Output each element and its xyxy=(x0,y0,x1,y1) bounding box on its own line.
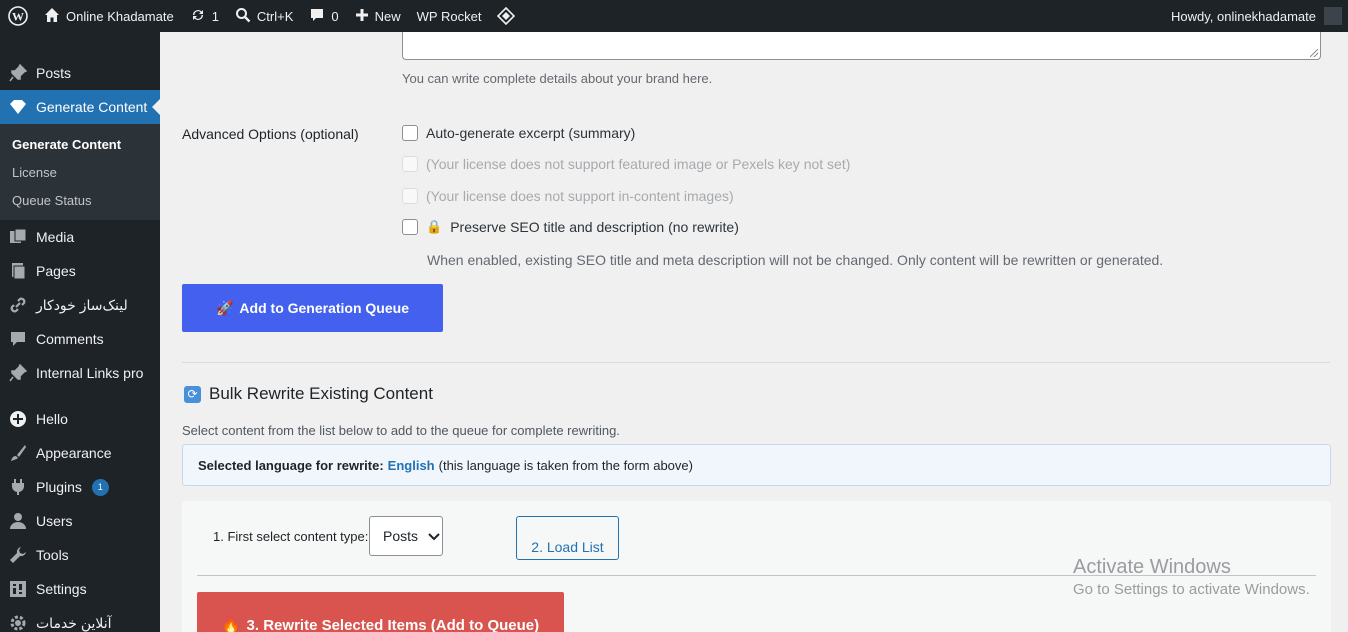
preserve-seo-checkbox[interactable] xyxy=(402,219,418,235)
sidebar-item-generate-content[interactable]: Generate Content xyxy=(0,90,160,124)
sidebar-item-auto-linker[interactable]: لینک‌ساز خودکار xyxy=(0,288,160,322)
link-icon xyxy=(8,295,28,315)
media-icon xyxy=(8,227,28,247)
comments-link[interactable]: 0 xyxy=(301,0,346,32)
sidebar-top-spacer xyxy=(0,32,160,56)
fire-icon: 🔥 xyxy=(221,617,241,632)
sidebar-separator xyxy=(0,390,160,402)
plugins-update-badge: 1 xyxy=(91,478,109,496)
add-to-queue-button[interactable]: 🚀 Add to Generation Queue xyxy=(182,284,443,332)
option-auto-excerpt[interactable]: Auto-generate excerpt (summary) xyxy=(402,125,635,141)
auto-excerpt-checkbox[interactable] xyxy=(402,125,418,141)
avatar xyxy=(1324,7,1342,25)
pin-icon xyxy=(8,63,28,83)
content-type-select[interactable]: Posts xyxy=(369,516,443,556)
comment-icon xyxy=(309,7,325,26)
comment-icon xyxy=(8,329,28,349)
advanced-options-label: Advanced Options (optional) xyxy=(182,126,359,142)
wp-rocket-link[interactable]: WP Rocket xyxy=(409,0,490,32)
user-icon xyxy=(8,511,28,531)
site-name-link[interactable]: Online Khadamate xyxy=(36,0,182,32)
lock-icon: 🔒 xyxy=(426,219,443,234)
admin-sidebar: Posts Generate Content Generate Content … xyxy=(0,32,160,632)
sidebar-item-internal-links-pro[interactable]: Internal Links pro xyxy=(0,356,160,390)
resize-handle[interactable] xyxy=(1310,49,1318,57)
wordpress-logo-icon[interactable]: W xyxy=(0,0,36,32)
sidebar-item-online-khadamate[interactable]: آنلاین خدمات xyxy=(0,606,160,632)
sidebar-item-plugins[interactable]: Plugins 1 xyxy=(0,470,160,504)
plug-icon xyxy=(8,477,28,497)
svg-text:W: W xyxy=(12,10,24,24)
seo-hint: When enabled, existing SEO title and met… xyxy=(427,252,1164,268)
content-type-label: 1. First select content type: xyxy=(213,529,369,544)
brand-hint: You can write complete details about you… xyxy=(402,71,713,86)
option-featured-image: (Your license does not support featured … xyxy=(402,156,850,172)
option-content-images: (Your license does not support in-conten… xyxy=(402,188,734,204)
sidebar-item-appearance[interactable]: Appearance xyxy=(0,436,160,470)
home-icon xyxy=(44,7,60,26)
sidebar-item-settings[interactable]: Settings xyxy=(0,572,160,606)
submenu-license[interactable]: License xyxy=(0,158,160,186)
brush-icon xyxy=(8,443,28,463)
diamond-icon xyxy=(8,97,28,117)
sidebar-item-posts[interactable]: Posts xyxy=(0,56,160,90)
new-content-link[interactable]: New xyxy=(347,0,409,32)
language-notice: Selected language for rewrite: English (… xyxy=(182,444,1331,486)
load-list-button[interactable]: 2. Load List xyxy=(516,516,619,560)
rocket-icon: 🚀 xyxy=(215,299,234,316)
pages-icon xyxy=(8,261,28,281)
updates-link[interactable]: 1 xyxy=(182,0,227,32)
submenu-generate-content[interactable]: Generate Content xyxy=(0,130,160,158)
refresh-icon: ⟳ xyxy=(184,385,201,403)
sidebar-item-comments[interactable]: Comments xyxy=(0,322,160,356)
admin-bar: W Online Khadamate 1 Ctrl+K 0 New WP Roc… xyxy=(0,0,1348,32)
search-shortcut[interactable]: Ctrl+K xyxy=(227,0,301,32)
sidebar-item-users[interactable]: Users xyxy=(0,504,160,538)
chevron-down-icon xyxy=(428,528,440,544)
wrench-icon xyxy=(8,545,28,565)
generate-content-submenu: Generate Content License Queue Status xyxy=(0,124,160,220)
bulk-description: Select content from the list below to ad… xyxy=(182,423,620,438)
refresh-icon xyxy=(190,7,206,26)
main-content: You can write complete details about you… xyxy=(160,32,1348,632)
content-images-checkbox xyxy=(402,188,418,204)
sidebar-item-pages[interactable]: Pages xyxy=(0,254,160,288)
option-preserve-seo[interactable]: 🔒 Preserve SEO title and description (no… xyxy=(402,219,739,235)
my-account[interactable]: Howdy, onlinekhadamate xyxy=(1171,0,1342,32)
submenu-queue-status[interactable]: Queue Status xyxy=(0,186,160,214)
search-icon xyxy=(235,7,251,26)
activate-windows-watermark: Activate Windows Go to Settings to activ… xyxy=(1073,556,1310,598)
rewrite-selected-button[interactable]: 🔥 3. Rewrite Selected Items (Add to Queu… xyxy=(197,592,564,632)
gear-icon xyxy=(8,613,28,632)
sidebar-item-media[interactable]: Media xyxy=(0,220,160,254)
settings-icon xyxy=(8,579,28,599)
pin-icon xyxy=(8,363,28,383)
plus-circle-icon xyxy=(8,409,28,429)
sidebar-item-hello[interactable]: Hello xyxy=(0,402,160,436)
plugin-diamond-icon[interactable] xyxy=(489,0,523,32)
featured-image-checkbox xyxy=(402,156,418,172)
selected-language: English xyxy=(387,457,435,473)
section-divider xyxy=(182,362,1330,363)
plus-icon xyxy=(355,8,369,25)
brand-details-textarea[interactable] xyxy=(402,32,1321,60)
bulk-rewrite-title: ⟳ Bulk Rewrite Existing Content xyxy=(184,384,433,404)
sidebar-item-tools[interactable]: Tools xyxy=(0,538,160,572)
